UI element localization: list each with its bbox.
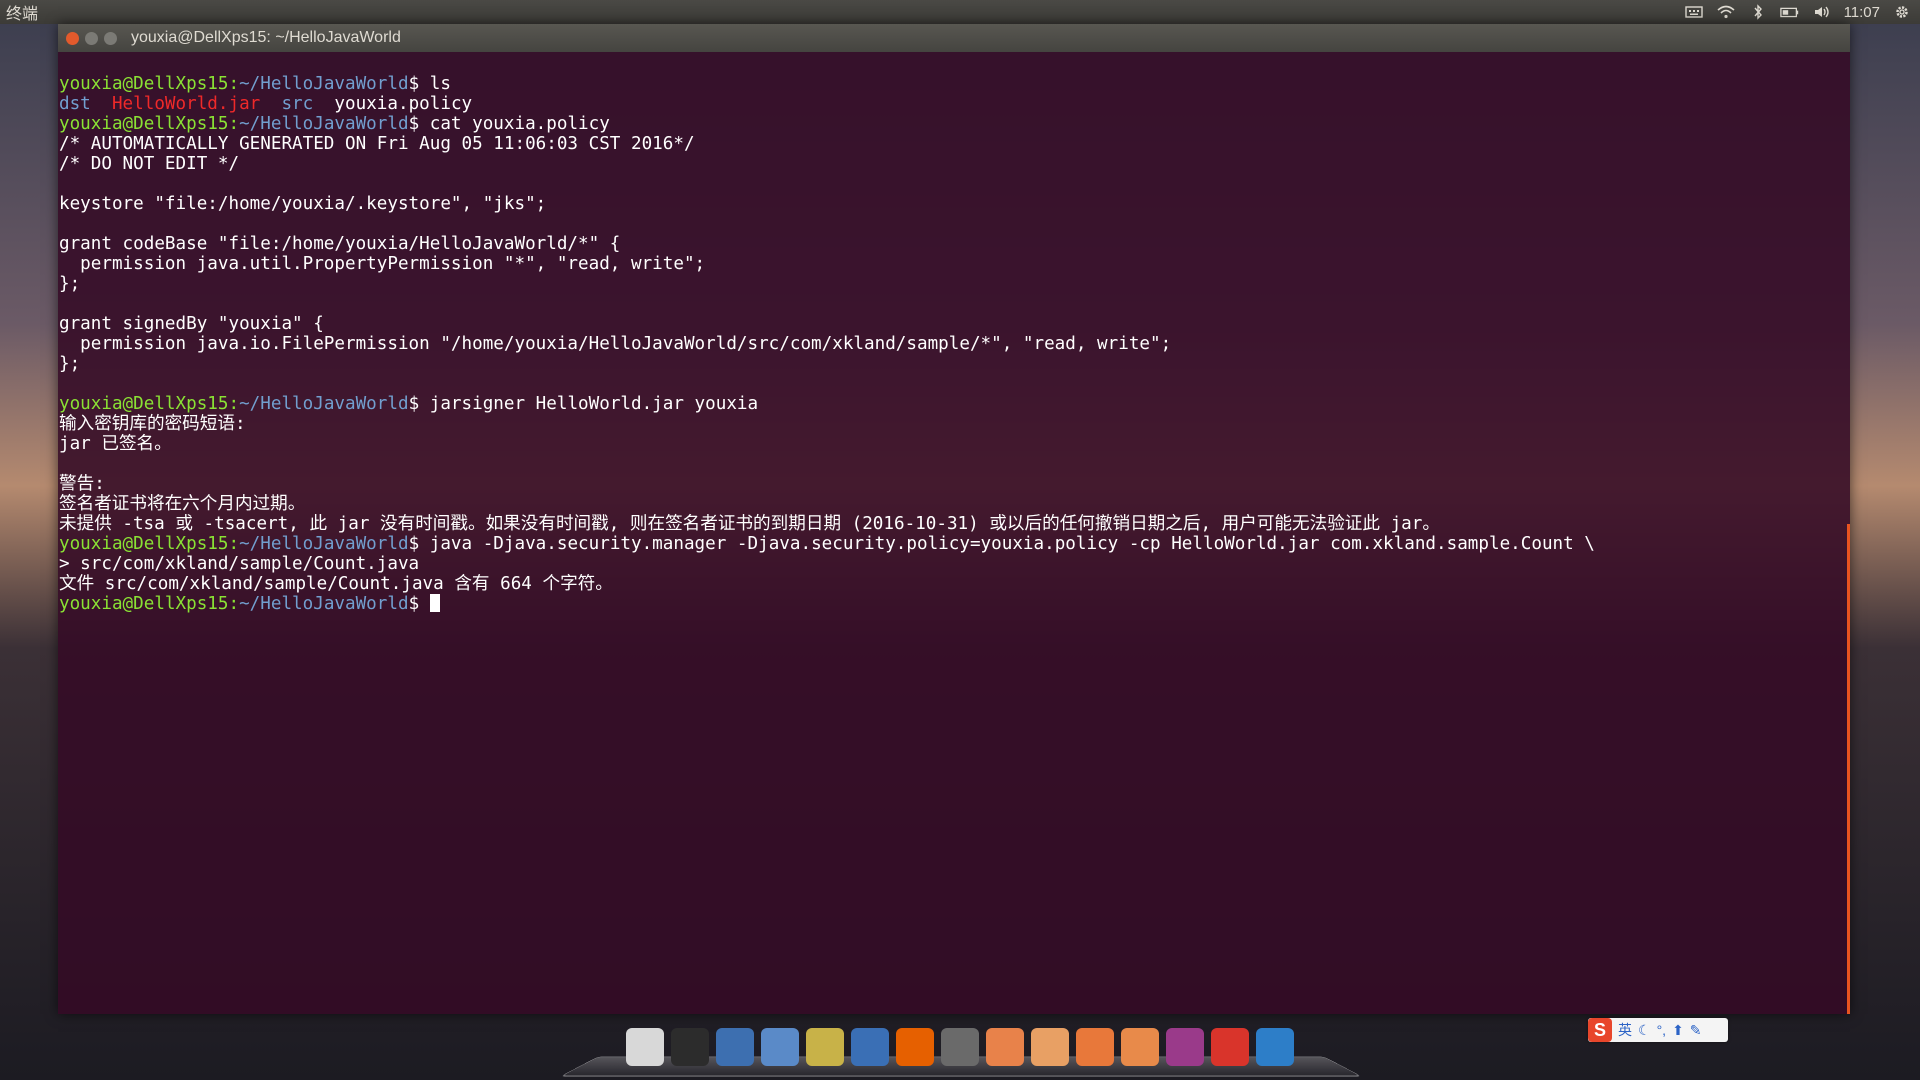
- minimize-button[interactable]: [85, 31, 98, 45]
- prompt-line: youxia@DellXps15:~/HelloJavaWorld$: [59, 594, 1850, 614]
- thunderbird-icon[interactable]: [851, 1028, 889, 1066]
- text-cursor: [429, 594, 440, 612]
- output-line: /* DO NOT EDIT */: [59, 154, 240, 174]
- output-line: 输入密钥库的密码短语:: [59, 414, 246, 434]
- top-panel: 终端 11:07: [0, 0, 1920, 24]
- prompt-line: youxia@DellXps15:~/HelloJavaWorld$ jarsi…: [59, 394, 759, 414]
- home-folder-icon[interactable]: [986, 1028, 1024, 1066]
- terminal-icon[interactable]: [671, 1028, 709, 1066]
- sogou-logo-icon[interactable]: S: [1588, 1018, 1612, 1042]
- close-button[interactable]: [66, 31, 79, 45]
- window-title: youxia@DellXps15: ~/HelloJavaWorld: [131, 29, 401, 46]
- output-line: permission java.io.FilePermission "/home…: [59, 334, 1172, 354]
- output-line: /* AUTOMATICALLY GENERATED ON Fri Aug 05…: [59, 134, 695, 154]
- ls-file-jar: HelloWorld.jar: [111, 94, 261, 114]
- power-icon[interactable]: [1211, 1028, 1249, 1066]
- firefox-icon[interactable]: [896, 1028, 934, 1066]
- documents-folder-icon[interactable]: [1031, 1028, 1069, 1066]
- image-viewer-icon[interactable]: [806, 1028, 844, 1066]
- ls-output: dst HelloWorld.jar src youxia.policy: [59, 94, 1850, 114]
- output-line: 未提供 -tsa 或 -tsacert, 此 jar 没有时间戳。如果没有时间戳…: [59, 514, 1440, 534]
- output-line: 文件 src/com/xkland/sample/Count.java 含有 6…: [59, 574, 613, 594]
- prompt-line: youxia@DellXps15:~/HelloJavaWorld$ cat y…: [59, 114, 610, 134]
- terminal-window[interactable]: youxia@DellXps15: ~/HelloJavaWorld youxi…: [58, 24, 1850, 1014]
- window-titlebar[interactable]: youxia@DellXps15: ~/HelloJavaWorld: [58, 24, 1850, 52]
- prompt-line: youxia@DellXps15:~/HelloJavaWorld$ java …: [59, 534, 1595, 554]
- bluetooth-icon[interactable]: [1748, 4, 1768, 20]
- keyboard-icon[interactable]: [1684, 4, 1704, 20]
- ime-mode-label[interactable]: 英: [1618, 1020, 1632, 1040]
- archive-icon[interactable]: [941, 1028, 979, 1066]
- input-method-bar[interactable]: S 英 ☾ °, ⬆ ✎: [1588, 1018, 1728, 1042]
- output-line: 警告:: [59, 474, 105, 494]
- dock: [580, 1014, 1340, 1080]
- ls-dir-dst: dst: [59, 94, 91, 114]
- prompt-line: youxia@DellXps15:~/HelloJavaWorld$ ls: [59, 74, 451, 94]
- output-line: };: [59, 354, 81, 374]
- output-line: jar 已签名。: [59, 434, 172, 454]
- ls-file-policy: youxia.policy: [334, 94, 473, 114]
- wifi-icon[interactable]: [1716, 4, 1736, 20]
- continuation-line: > src/com/xkland/sample/Count.java: [59, 554, 420, 574]
- output-line: grant codeBase "file:/home/youxia/HelloJ…: [59, 234, 621, 254]
- system-settings-icon[interactable]: [626, 1028, 664, 1066]
- moon-icon[interactable]: ☾: [1638, 1022, 1651, 1039]
- screenshot-icon[interactable]: [716, 1028, 754, 1066]
- indicator-area: 11:07: [1684, 4, 1920, 21]
- clock[interactable]: 11:07: [1844, 4, 1880, 21]
- terminal-output[interactable]: youxia@DellXps15:~/HelloJavaWorld$ ls dst…: [58, 52, 1850, 654]
- output-line: grant signedBy "youxia" {: [59, 314, 324, 334]
- workspace-switcher-icon[interactable]: [1166, 1028, 1204, 1066]
- text-editor-icon[interactable]: [761, 1028, 799, 1066]
- output-line: };: [59, 274, 81, 294]
- downloads-folder-icon[interactable]: [1121, 1028, 1159, 1066]
- output-line: permission java.util.PropertyPermission …: [59, 254, 706, 274]
- punctuation-icon[interactable]: °,: [1657, 1022, 1667, 1038]
- scrollbar[interactable]: [1847, 524, 1850, 1014]
- maximize-button[interactable]: [104, 31, 117, 45]
- output-line: keystore "file:/home/youxia/.keystore", …: [59, 194, 547, 214]
- app-title: 终端: [6, 6, 39, 23]
- volume-icon[interactable]: [1812, 4, 1832, 20]
- battery-icon[interactable]: [1779, 4, 1800, 20]
- gear-icon[interactable]: [1892, 4, 1912, 20]
- skin-icon[interactable]: ⬆: [1672, 1022, 1684, 1039]
- recent-folder-icon[interactable]: [1076, 1028, 1114, 1066]
- accessibility-icon[interactable]: [1256, 1028, 1294, 1066]
- output-line: 签名者证书将在六个月内过期。: [59, 494, 306, 514]
- ls-dir-src: src: [281, 94, 314, 114]
- wrench-icon[interactable]: ✎: [1690, 1022, 1702, 1039]
